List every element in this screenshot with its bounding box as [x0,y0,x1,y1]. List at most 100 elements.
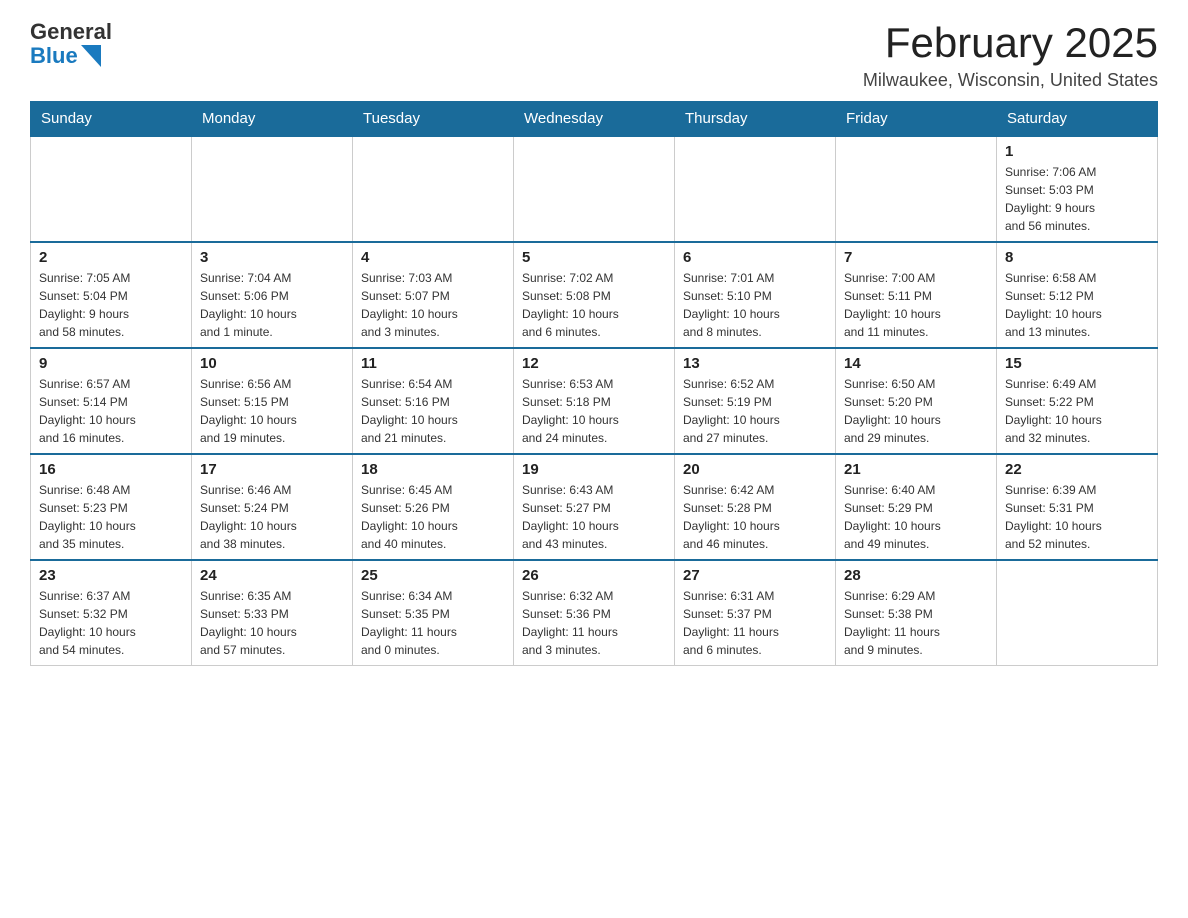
calendar-cell: 15 Sunrise: 6:49 AM Sunset: 5:22 PM Dayli… [997,348,1158,454]
logo-triangle-icon [81,45,101,67]
day-number: 1 [1005,143,1149,160]
day-number: 20 [683,461,827,478]
calendar-cell [31,136,192,242]
calendar-cell: 20Sunrise: 6:42 AM Sunset: 5:28 PM Dayli… [675,454,836,560]
day-number: 18 [361,461,505,478]
day-info: Sunrise: 6:34 AM Sunset: 5:35 PM Dayligh… [361,587,505,659]
day-number: 24 [200,567,344,584]
day-info: Sunrise: 6:32 AM Sunset: 5:36 PM Dayligh… [522,587,666,659]
day-info: Sunrise: 7:05 AM Sunset: 5:04 PM Dayligh… [39,269,183,341]
day-number: 2 [39,249,183,266]
day-info: Sunrise: 6:49 AM Sunset: 5:22 PM Dayligh… [1005,375,1149,447]
day-info: Sunrise: 6:37 AM Sunset: 5:32 PM Dayligh… [39,587,183,659]
calendar-week-row: 23Sunrise: 6:37 AM Sunset: 5:32 PM Dayli… [31,560,1158,666]
calendar-cell: 1 Sunrise: 7:06 AM Sunset: 5:03 PM Daylig… [997,136,1158,242]
day-info: Sunrise: 6:56 AM Sunset: 5:15 PM Dayligh… [200,375,344,447]
calendar-cell: 12Sunrise: 6:53 AM Sunset: 5:18 PM Dayli… [514,348,675,454]
calendar-cell: 11 Sunrise: 6:54 AM Sunset: 5:16 PM Dayli… [353,348,514,454]
day-number: 6 [683,249,827,266]
day-number: 26 [522,567,666,584]
day-number: 7 [844,249,988,266]
day-info: Sunrise: 6:39 AM Sunset: 5:31 PM Dayligh… [1005,481,1149,553]
day-number: 4 [361,249,505,266]
calendar-week-row: 1 Sunrise: 7:06 AM Sunset: 5:03 PM Daylig… [31,136,1158,242]
calendar-cell: 6 Sunrise: 7:01 AM Sunset: 5:10 PM Daylig… [675,242,836,348]
day-of-week-header: Saturday [997,102,1158,137]
day-number: 12 [522,355,666,372]
month-title: February 2025 [863,20,1158,66]
day-number: 21 [844,461,988,478]
calendar-cell: 10Sunrise: 6:56 AM Sunset: 5:15 PM Dayli… [192,348,353,454]
day-number: 16 [39,461,183,478]
day-info: Sunrise: 6:50 AM Sunset: 5:20 PM Dayligh… [844,375,988,447]
calendar-cell: 25 Sunrise: 6:34 AM Sunset: 5:35 PM Dayli… [353,560,514,666]
day-info: Sunrise: 7:03 AM Sunset: 5:07 PM Dayligh… [361,269,505,341]
day-info: Sunrise: 6:35 AM Sunset: 5:33 PM Dayligh… [200,587,344,659]
day-of-week-header: Thursday [675,102,836,137]
calendar-week-row: 9 Sunrise: 6:57 AM Sunset: 5:14 PM Daylig… [31,348,1158,454]
calendar-cell: 21 Sunrise: 6:40 AM Sunset: 5:29 PM Dayli… [836,454,997,560]
day-number: 9 [39,355,183,372]
page-header: General Blue February 2025 Milwaukee, Wi… [30,20,1158,91]
day-info: Sunrise: 6:48 AM Sunset: 5:23 PM Dayligh… [39,481,183,553]
day-of-week-header: Tuesday [353,102,514,137]
day-number: 25 [361,567,505,584]
logo-blue-text: Blue [30,44,78,68]
day-info: Sunrise: 6:46 AM Sunset: 5:24 PM Dayligh… [200,481,344,553]
day-info: Sunrise: 6:40 AM Sunset: 5:29 PM Dayligh… [844,481,988,553]
day-info: Sunrise: 6:43 AM Sunset: 5:27 PM Dayligh… [522,481,666,553]
title-section: February 2025 Milwaukee, Wisconsin, Unit… [863,20,1158,91]
day-number: 22 [1005,461,1149,478]
calendar-cell: 8 Sunrise: 6:58 AM Sunset: 5:12 PM Daylig… [997,242,1158,348]
day-number: 3 [200,249,344,266]
calendar-cell: 5 Sunrise: 7:02 AM Sunset: 5:08 PM Daylig… [514,242,675,348]
day-info: Sunrise: 7:02 AM Sunset: 5:08 PM Dayligh… [522,269,666,341]
calendar-cell [836,136,997,242]
location-subtitle: Milwaukee, Wisconsin, United States [863,70,1158,91]
day-number: 11 [361,355,505,372]
day-number: 15 [1005,355,1149,372]
calendar-cell: 26 Sunrise: 6:32 AM Sunset: 5:36 PM Dayli… [514,560,675,666]
day-number: 14 [844,355,988,372]
day-info: Sunrise: 6:57 AM Sunset: 5:14 PM Dayligh… [39,375,183,447]
day-info: Sunrise: 6:54 AM Sunset: 5:16 PM Dayligh… [361,375,505,447]
calendar-cell: 28 Sunrise: 6:29 AM Sunset: 5:38 PM Dayli… [836,560,997,666]
calendar-cell: 23Sunrise: 6:37 AM Sunset: 5:32 PM Dayli… [31,560,192,666]
day-number: 8 [1005,249,1149,266]
calendar-cell [675,136,836,242]
day-number: 19 [522,461,666,478]
day-number: 5 [522,249,666,266]
calendar-cell: 24 Sunrise: 6:35 AM Sunset: 5:33 PM Dayli… [192,560,353,666]
calendar-week-row: 2 Sunrise: 7:05 AM Sunset: 5:04 PM Daylig… [31,242,1158,348]
day-number: 17 [200,461,344,478]
calendar-cell [514,136,675,242]
day-info: Sunrise: 6:45 AM Sunset: 5:26 PM Dayligh… [361,481,505,553]
calendar-cell: 13Sunrise: 6:52 AM Sunset: 5:19 PM Dayli… [675,348,836,454]
calendar-cell: 4 Sunrise: 7:03 AM Sunset: 5:07 PM Daylig… [353,242,514,348]
calendar-cell: 22 Sunrise: 6:39 AM Sunset: 5:31 PM Dayli… [997,454,1158,560]
day-info: Sunrise: 6:29 AM Sunset: 5:38 PM Dayligh… [844,587,988,659]
calendar-cell: 3 Sunrise: 7:04 AM Sunset: 5:06 PM Daylig… [192,242,353,348]
calendar-cell: 9 Sunrise: 6:57 AM Sunset: 5:14 PM Daylig… [31,348,192,454]
day-of-week-header: Wednesday [514,102,675,137]
day-info: Sunrise: 7:04 AM Sunset: 5:06 PM Dayligh… [200,269,344,341]
day-info: Sunrise: 7:01 AM Sunset: 5:10 PM Dayligh… [683,269,827,341]
calendar-cell: 18 Sunrise: 6:45 AM Sunset: 5:26 PM Dayli… [353,454,514,560]
day-of-week-header: Sunday [31,102,192,137]
calendar-cell: 27 Sunrise: 6:31 AM Sunset: 5:37 PM Dayli… [675,560,836,666]
calendar-cell: 2 Sunrise: 7:05 AM Sunset: 5:04 PM Daylig… [31,242,192,348]
logo: General Blue [30,20,112,68]
day-info: Sunrise: 6:31 AM Sunset: 5:37 PM Dayligh… [683,587,827,659]
calendar-cell: 16 Sunrise: 6:48 AM Sunset: 5:23 PM Dayli… [31,454,192,560]
day-info: Sunrise: 7:00 AM Sunset: 5:11 PM Dayligh… [844,269,988,341]
calendar-cell: 17 Sunrise: 6:46 AM Sunset: 5:24 PM Dayli… [192,454,353,560]
day-info: Sunrise: 7:06 AM Sunset: 5:03 PM Dayligh… [1005,163,1149,235]
calendar-header-row: SundayMondayTuesdayWednesdayThursdayFrid… [31,102,1158,137]
day-number: 27 [683,567,827,584]
calendar-cell: 14 Sunrise: 6:50 AM Sunset: 5:20 PM Dayli… [836,348,997,454]
day-number: 28 [844,567,988,584]
day-info: Sunrise: 6:58 AM Sunset: 5:12 PM Dayligh… [1005,269,1149,341]
calendar-week-row: 16 Sunrise: 6:48 AM Sunset: 5:23 PM Dayli… [31,454,1158,560]
day-of-week-header: Monday [192,102,353,137]
calendar-cell [997,560,1158,666]
